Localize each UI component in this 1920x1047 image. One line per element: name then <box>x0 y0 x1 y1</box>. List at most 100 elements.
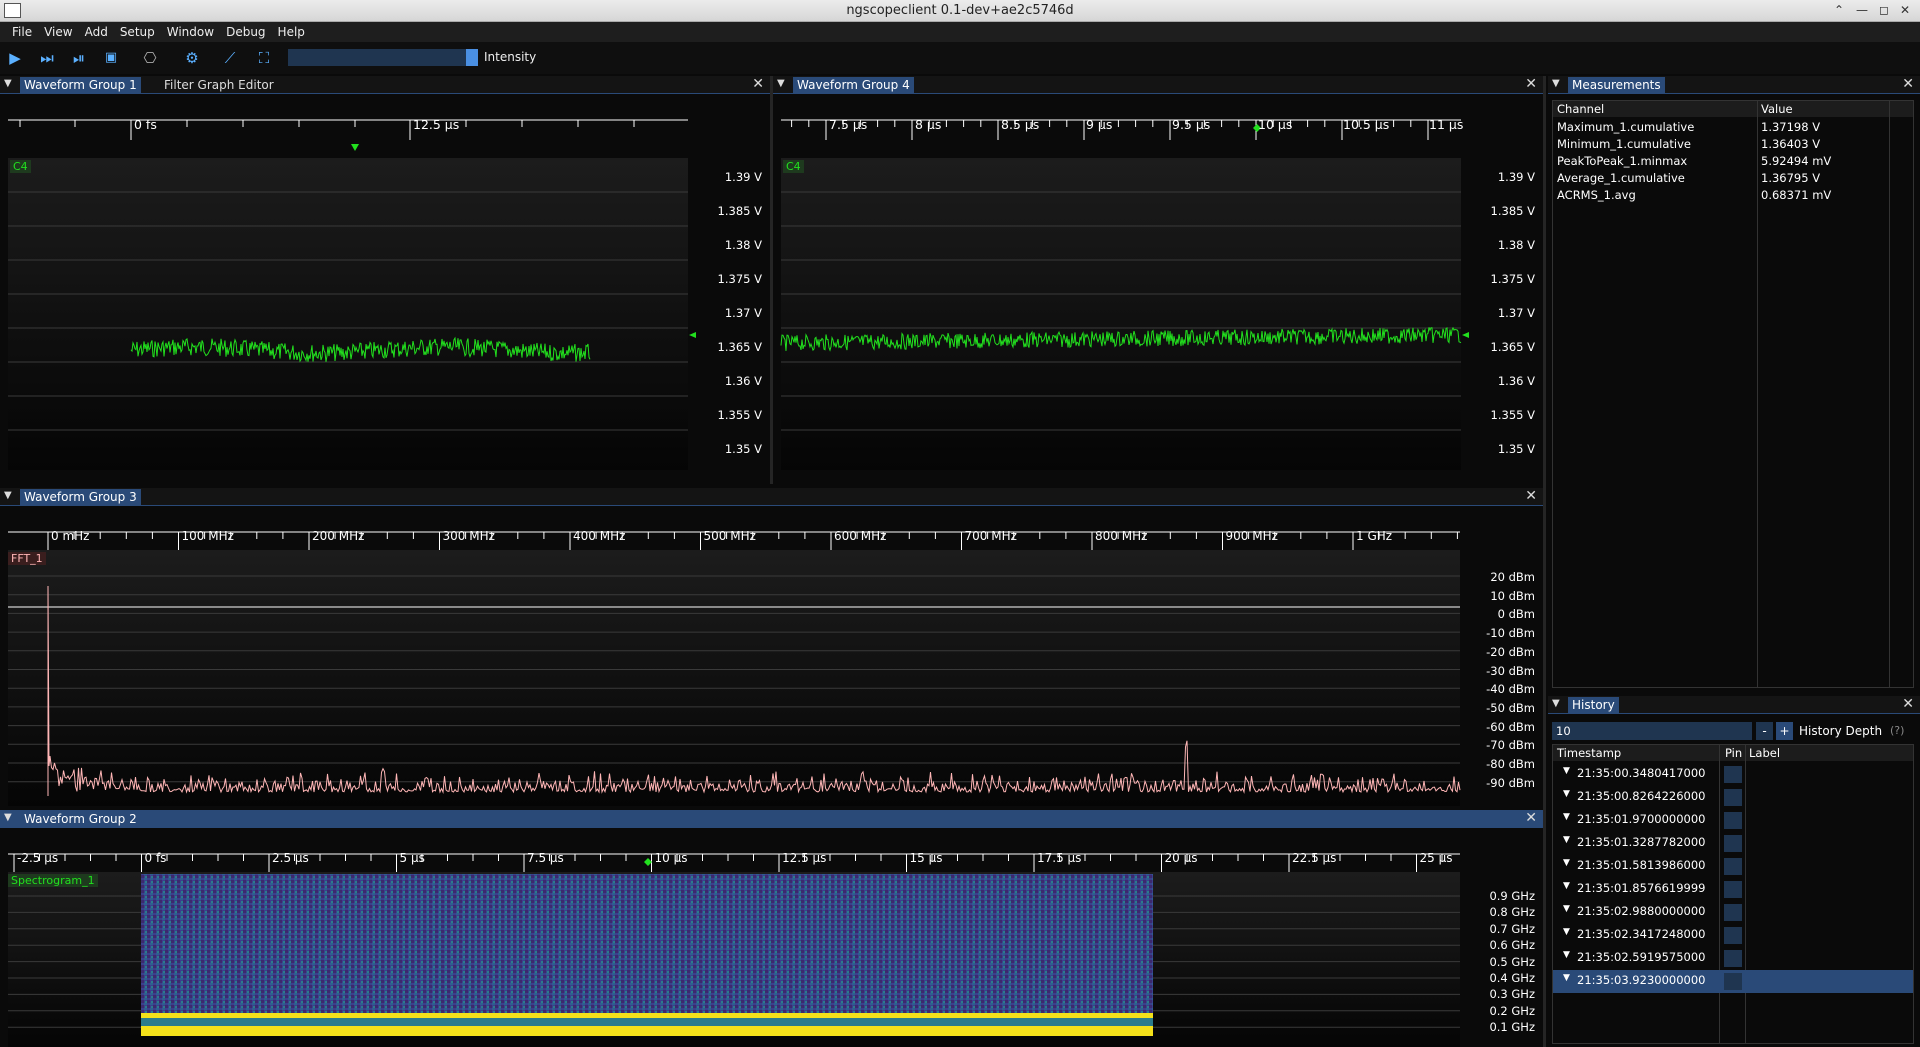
tab-filter-graph-editor[interactable]: Filter Graph Editor <box>160 77 278 94</box>
close-icon[interactable]: ✕ <box>1902 76 1914 92</box>
y-tick-label: 0.8 GHz <box>1489 905 1535 920</box>
column-header-timestamp[interactable]: Timestamp <box>1557 746 1621 760</box>
tab-waveform-group-2[interactable]: Waveform Group 2 <box>20 811 141 828</box>
close-icon[interactable]: ✕ <box>752 76 764 92</box>
menu-add[interactable]: Add <box>73 22 108 42</box>
expand-arrow-icon[interactable]: ▼ <box>1563 904 1570 914</box>
play-icon[interactable]: ▶ <box>5 48 25 68</box>
expand-arrow-icon[interactable]: ▼ <box>1563 950 1570 960</box>
column-header-pin[interactable]: Pin <box>1725 746 1742 760</box>
intensity-slider-handle[interactable] <box>466 49 478 66</box>
close-icon[interactable]: ✕ <box>1902 696 1914 712</box>
expand-arrow-icon[interactable]: ▼ <box>1563 881 1570 891</box>
tab-history[interactable]: History <box>1568 697 1619 714</box>
channel-label[interactable]: FFT_1 <box>8 552 46 565</box>
table-row[interactable]: PeakToPeak_1.minmax 5.92494 mV <box>1553 153 1913 170</box>
decrement-button[interactable]: - <box>1756 722 1773 740</box>
expand-arrow-icon[interactable]: ▼ <box>1563 973 1570 983</box>
table-row[interactable]: Minimum_1.cumulative 1.36403 V <box>1553 136 1913 153</box>
increment-button[interactable]: + <box>1776 722 1793 740</box>
menu-view[interactable]: View <box>32 22 72 42</box>
history-row[interactable]: ▼ 21:35:03.9230000000 <box>1553 970 1913 993</box>
tab-waveform-group-1[interactable]: Waveform Group 1 <box>20 77 141 94</box>
fit-icon[interactable]: ⛶ <box>254 48 274 68</box>
wg1-plot-area[interactable] <box>0 94 770 484</box>
history-row[interactable]: ▼ 21:35:01.3287782000 <box>1553 832 1913 855</box>
expand-arrow-icon[interactable]: ▼ <box>1563 858 1570 868</box>
dropdown-arrow-icon[interactable]: ▼ <box>4 78 12 89</box>
trigger-marker[interactable] <box>644 858 652 866</box>
expand-arrow-icon[interactable]: ▼ <box>1563 766 1570 776</box>
history-row[interactable]: ▼ 21:35:02.3417248000 <box>1553 924 1913 947</box>
column-header-value[interactable]: Value <box>1761 102 1793 116</box>
history-row[interactable]: ▼ 21:35:02.9880000000 <box>1553 901 1913 924</box>
history-depth-input[interactable]: 10 <box>1552 722 1752 740</box>
waveform-icon[interactable]: ▣ <box>101 48 121 68</box>
table-row[interactable]: ACRMS_1.avg 0.68371 mV <box>1553 187 1913 204</box>
pin-checkbox[interactable] <box>1724 881 1742 898</box>
dropdown-arrow-icon[interactable]: ▼ <box>4 812 12 823</box>
history-row[interactable]: ▼ 21:35:01.5813986000 <box>1553 855 1913 878</box>
splitter[interactable] <box>1543 76 1546 1047</box>
y-tick-label: -60 dBm <box>1486 719 1535 734</box>
trigger-marker[interactable] <box>351 144 359 151</box>
wg3-plot-area[interactable] <box>0 506 1543 806</box>
pin-checkbox[interactable] <box>1724 950 1742 967</box>
history-row[interactable]: ▼ 21:35:01.8576619999 <box>1553 878 1913 901</box>
channel-label[interactable]: C4 <box>10 160 31 173</box>
expand-arrow-icon[interactable]: ▼ <box>1563 789 1570 799</box>
column-header-label[interactable]: Label <box>1749 746 1780 760</box>
waveform-group-2-panel: ▼ Waveform Group 2 ✕ -2.5 µs 0 fs 2.5 µs 5 … <box>0 810 1543 1047</box>
channel-label[interactable]: C4 <box>783 160 804 173</box>
maximize-icon[interactable]: ◻ <box>1879 0 1889 21</box>
menu-window[interactable]: Window <box>155 22 214 42</box>
dropdown-arrow-icon[interactable]: ▼ <box>777 78 785 89</box>
close-icon[interactable]: ✕ <box>1525 810 1537 826</box>
time-tick-label: 9.5 µs <box>1172 117 1211 132</box>
menu-debug[interactable]: Debug <box>214 22 265 42</box>
pin-checkbox[interactable] <box>1724 858 1742 875</box>
history-row[interactable]: ▼ 21:35:01.9700000000 <box>1553 809 1913 832</box>
play-single-icon[interactable]: ⏭ <box>37 48 57 68</box>
table-row[interactable]: Maximum_1.cumulative 1.37198 V <box>1553 119 1913 136</box>
pin-checkbox[interactable] <box>1724 904 1742 921</box>
menu-help[interactable]: Help <box>266 22 305 42</box>
channel-label[interactable]: Spectrogram_1 <box>8 874 98 887</box>
intensity-slider[interactable] <box>288 49 478 66</box>
expand-arrow-icon[interactable]: ▼ <box>1563 927 1570 937</box>
dropdown-arrow-icon[interactable]: ▼ <box>1552 78 1560 89</box>
pin-checkbox[interactable] <box>1724 812 1742 829</box>
pin-checkbox[interactable] <box>1724 927 1742 944</box>
offset-marker[interactable] <box>689 332 696 338</box>
expand-arrow-icon[interactable]: ▼ <box>1563 812 1570 822</box>
step-icon[interactable]: ⏯ <box>69 48 89 68</box>
expand-arrow-icon[interactable]: ▼ <box>1563 835 1570 845</box>
dropdown-arrow-icon[interactable]: ▼ <box>4 490 12 501</box>
pin-checkbox[interactable] <box>1724 766 1742 783</box>
tab-waveform-group-4[interactable]: Waveform Group 4 <box>793 77 914 94</box>
scope-icon[interactable]: ⎔ <box>140 48 160 68</box>
dropdown-arrow-icon[interactable]: ▼ <box>1552 698 1560 709</box>
tab-waveform-group-3[interactable]: Waveform Group 3 <box>20 489 141 506</box>
offset-marker[interactable] <box>1462 332 1469 338</box>
close-icon[interactable]: ✕ <box>1525 488 1537 504</box>
close-window-icon[interactable]: ✕ <box>1900 0 1910 21</box>
history-row[interactable]: ▼ 21:35:02.5919575000 <box>1553 947 1913 970</box>
table-row[interactable]: Average_1.cumulative 1.36795 V <box>1553 170 1913 187</box>
settings-icon[interactable]: ⚙ <box>182 48 202 68</box>
column-header-channel[interactable]: Channel <box>1557 102 1604 116</box>
pin-checkbox[interactable] <box>1724 789 1742 806</box>
minimize-icon[interactable]: — <box>1856 0 1868 21</box>
history-row[interactable]: ▼ 21:35:00.3480417000 <box>1553 763 1913 786</box>
collapse-icon[interactable]: ⌃ <box>1834 0 1844 21</box>
menu-setup[interactable]: Setup <box>108 22 155 42</box>
tab-measurements[interactable]: Measurements <box>1568 77 1665 94</box>
graph-icon[interactable]: ⟋ <box>220 48 240 68</box>
help-icon[interactable]: (?) <box>1890 724 1904 737</box>
pin-checkbox[interactable] <box>1724 835 1742 852</box>
wg4-plot-area[interactable] <box>773 94 1543 484</box>
menu-file[interactable]: File <box>0 22 32 42</box>
pin-checkbox[interactable] <box>1724 973 1742 990</box>
close-icon[interactable]: ✕ <box>1525 76 1537 92</box>
history-row[interactable]: ▼ 21:35:00.8264226000 <box>1553 786 1913 809</box>
